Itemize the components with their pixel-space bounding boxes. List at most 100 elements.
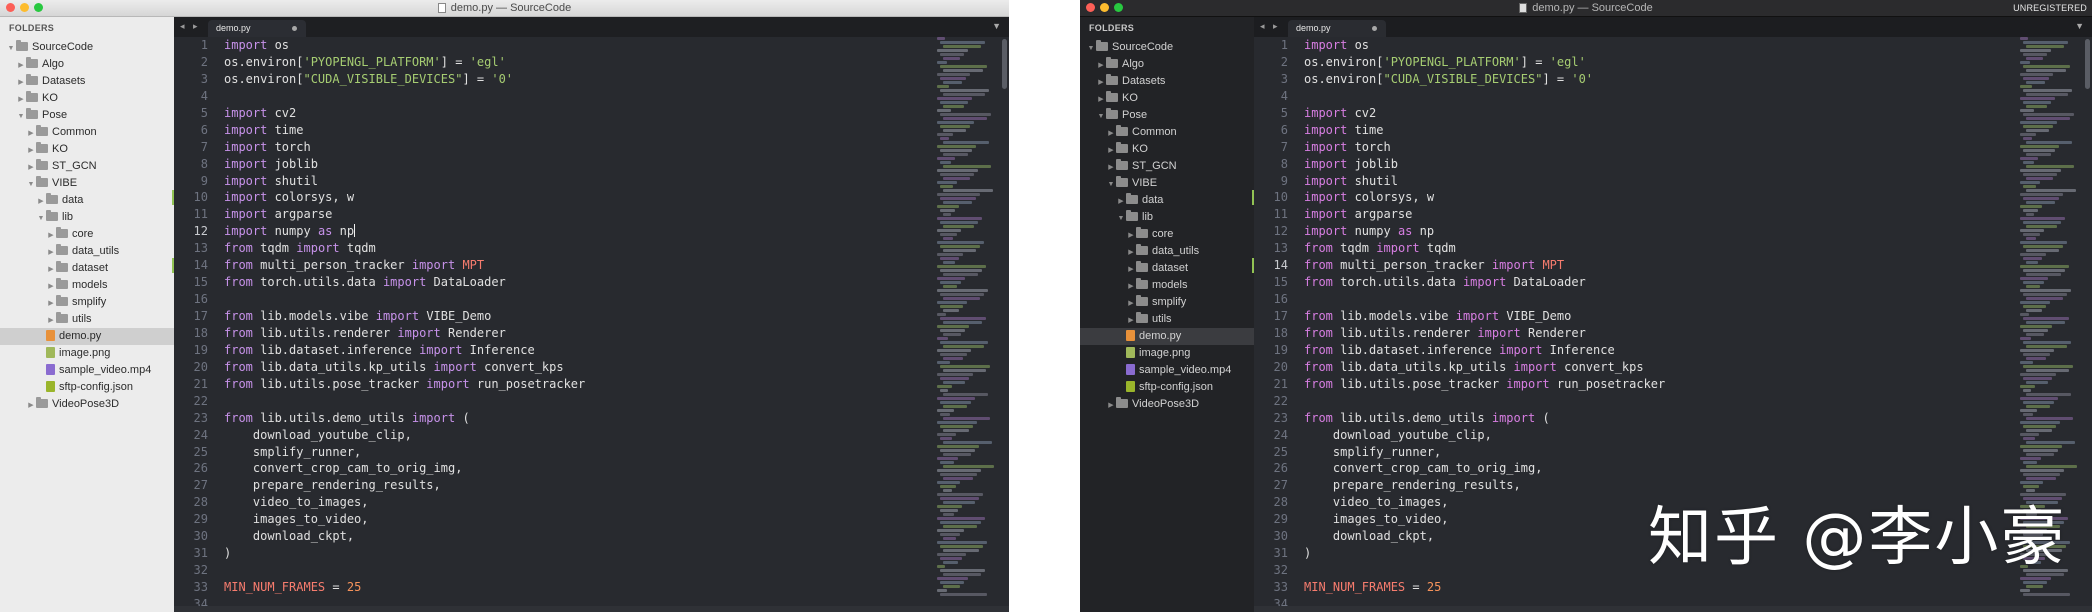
disclosure-closed-icon[interactable]: ▶ [1116, 193, 1126, 210]
close-window-button[interactable] [1086, 3, 1095, 12]
tree-folder[interactable]: ▼ SourceCode [1080, 39, 1254, 56]
disclosure-open-icon[interactable]: ▼ [1116, 210, 1126, 227]
tree-file[interactable]: image.png [1080, 345, 1254, 362]
tree-folder[interactable]: ▶ Datasets [0, 73, 174, 90]
tree-folder[interactable]: ▼ VIBE [0, 175, 174, 192]
tree-folder[interactable]: ▶ Datasets [1080, 73, 1254, 90]
disclosure-closed-icon[interactable]: ▶ [16, 91, 26, 108]
tree-folder[interactable]: ▶ VideoPose3D [1080, 396, 1254, 413]
minimap[interactable] [937, 37, 997, 612]
disclosure-closed-icon[interactable]: ▶ [1106, 159, 1116, 176]
tree-file[interactable]: sample_video.mp4 [0, 362, 174, 379]
tree-folder[interactable]: ▶ data [0, 192, 174, 209]
tab-dropdown-icon[interactable]: ▼ [992, 21, 1001, 31]
disclosure-closed-icon[interactable]: ▶ [1126, 295, 1136, 312]
code-editor[interactable]: 1 2 3 4 5 6 7 8 9 10 11 12 13 14 15 16 17 18 19 20 21 22 23 24 2… [172, 37, 1009, 612]
tree-folder[interactable]: ▶ KO [1080, 141, 1254, 158]
tree-folder[interactable]: ▶ Algo [1080, 56, 1254, 73]
close-window-button[interactable] [6, 3, 15, 12]
vertical-scrollbar[interactable] [1002, 39, 1007, 89]
tree-folder[interactable]: ▼ lib [1080, 209, 1254, 226]
tree-file[interactable]: demo.py [0, 328, 174, 345]
disclosure-closed-icon[interactable]: ▶ [46, 261, 56, 278]
tree-folder[interactable]: ▼ SourceCode [0, 39, 174, 56]
tab-nav-arrows-icon[interactable]: ◂ ▸ [1260, 21, 1281, 32]
disclosure-closed-icon[interactable]: ▶ [1096, 74, 1106, 91]
horizontal-scrollbar[interactable] [174, 606, 1009, 612]
tree-file[interactable]: sample_video.mp4 [1080, 362, 1254, 379]
disclosure-closed-icon[interactable]: ▶ [16, 74, 26, 91]
tree-folder[interactable]: ▶ KO [1080, 90, 1254, 107]
unsaved-dot-icon[interactable] [1372, 26, 1377, 31]
tree-folder[interactable]: ▶ Common [1080, 124, 1254, 141]
disclosure-closed-icon[interactable]: ▶ [1106, 125, 1116, 142]
vertical-scrollbar[interactable] [2085, 39, 2090, 89]
disclosure-closed-icon[interactable]: ▶ [1106, 142, 1116, 159]
tree-folder[interactable]: ▼ lib [0, 209, 174, 226]
tree-folder[interactable]: ▶ data_utils [1080, 243, 1254, 260]
tree-folder[interactable]: ▶ models [0, 277, 174, 294]
disclosure-closed-icon[interactable]: ▶ [26, 159, 36, 176]
disclosure-closed-icon[interactable]: ▶ [46, 312, 56, 329]
tab-dropdown-icon[interactable]: ▼ [2075, 21, 2084, 31]
disclosure-closed-icon[interactable]: ▶ [1126, 261, 1136, 278]
code-area[interactable]: import os os.environ['PYOPENGL_PLATFORM']… [224, 37, 937, 612]
tree-file[interactable]: sftp-config.json [0, 379, 174, 396]
tree-folder[interactable]: ▼ Pose [1080, 107, 1254, 124]
tree-file[interactable]: demo.py [1080, 328, 1254, 345]
disclosure-closed-icon[interactable]: ▶ [1096, 91, 1106, 108]
disclosure-closed-icon[interactable]: ▶ [1096, 57, 1106, 74]
tab-demo-py[interactable]: demo.py [208, 20, 306, 37]
disclosure-closed-icon[interactable]: ▶ [46, 227, 56, 244]
tree-folder[interactable]: ▶ utils [0, 311, 174, 328]
tree-folder[interactable]: ▼ VIBE [1080, 175, 1254, 192]
tab-nav-arrows-icon[interactable]: ◂ ▸ [180, 21, 201, 32]
tree-folder[interactable]: ▶ Common [0, 124, 174, 141]
disclosure-open-icon[interactable]: ▼ [36, 210, 46, 227]
tree-folder[interactable]: ▶ models [1080, 277, 1254, 294]
tree-folder[interactable]: ▶ KO [0, 141, 174, 158]
disclosure-open-icon[interactable]: ▼ [1106, 176, 1116, 193]
tree-folder[interactable]: ▶ dataset [0, 260, 174, 277]
tree-file[interactable]: image.png [0, 345, 174, 362]
tree-folder[interactable]: ▶ core [1080, 226, 1254, 243]
disclosure-closed-icon[interactable]: ▶ [46, 278, 56, 295]
disclosure-closed-icon[interactable]: ▶ [1126, 312, 1136, 329]
tree-folder[interactable]: ▶ smplify [0, 294, 174, 311]
disclosure-closed-icon[interactable]: ▶ [46, 244, 56, 261]
tree-folder[interactable]: ▶ ST_GCN [0, 158, 174, 175]
disclosure-open-icon[interactable]: ▼ [26, 176, 36, 193]
disclosure-open-icon[interactable]: ▼ [6, 40, 16, 57]
disclosure-closed-icon[interactable]: ▶ [16, 57, 26, 74]
tree-folder[interactable]: ▶ VideoPose3D [0, 396, 174, 413]
tab-demo-py[interactable]: demo.py [1288, 20, 1386, 37]
disclosure-open-icon[interactable]: ▼ [1096, 108, 1106, 125]
tree-folder[interactable]: ▶ utils [1080, 311, 1254, 328]
unsaved-dot-icon[interactable] [292, 26, 297, 31]
horizontal-scrollbar[interactable] [1254, 606, 2092, 612]
zoom-window-button[interactable] [1114, 3, 1123, 12]
tree-folder[interactable]: ▼ Pose [0, 107, 174, 124]
tree-folder[interactable]: ▶ KO [0, 90, 174, 107]
tree-folder[interactable]: ▶ data [1080, 192, 1254, 209]
zoom-window-button[interactable] [34, 3, 43, 12]
disclosure-open-icon[interactable]: ▼ [16, 108, 26, 125]
disclosure-closed-icon[interactable]: ▶ [46, 295, 56, 312]
disclosure-closed-icon[interactable]: ▶ [26, 125, 36, 142]
minimize-window-button[interactable] [20, 3, 29, 12]
tree-folder[interactable]: ▶ ST_GCN [1080, 158, 1254, 175]
tree-folder[interactable]: ▶ data_utils [0, 243, 174, 260]
disclosure-closed-icon[interactable]: ▶ [36, 193, 46, 210]
tree-file[interactable]: sftp-config.json [1080, 379, 1254, 396]
disclosure-closed-icon[interactable]: ▶ [26, 397, 36, 414]
disclosure-closed-icon[interactable]: ▶ [1106, 397, 1116, 414]
disclosure-open-icon[interactable]: ▼ [1086, 40, 1096, 57]
tree-folder[interactable]: ▶ dataset [1080, 260, 1254, 277]
tree-folder[interactable]: ▶ Algo [0, 56, 174, 73]
tree-folder[interactable]: ▶ smplify [1080, 294, 1254, 311]
tree-folder[interactable]: ▶ core [0, 226, 174, 243]
minimize-window-button[interactable] [1100, 3, 1109, 12]
disclosure-closed-icon[interactable]: ▶ [1126, 278, 1136, 295]
disclosure-closed-icon[interactable]: ▶ [1126, 244, 1136, 261]
disclosure-closed-icon[interactable]: ▶ [1126, 227, 1136, 244]
